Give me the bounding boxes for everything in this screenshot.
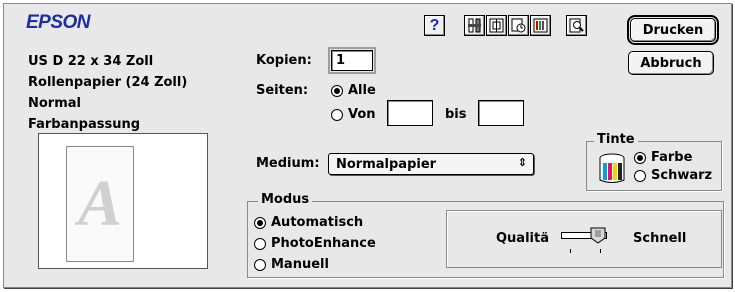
copies-input[interactable]: 1 bbox=[328, 47, 376, 74]
page-setup-icon[interactable] bbox=[508, 15, 529, 36]
pages-all-label: Alle bbox=[348, 83, 376, 98]
summary-color-mode: Farbanpassung bbox=[28, 117, 141, 132]
mode-automatic-label: Automatisch bbox=[271, 215, 364, 230]
media-label: Medium: bbox=[256, 156, 320, 171]
ink-black-label: Schwarz bbox=[651, 168, 713, 183]
ink-color-label: Farbe bbox=[651, 150, 693, 165]
media-select-value: Normalpapier bbox=[336, 156, 437, 172]
mode-photoenhance-radio[interactable] bbox=[254, 238, 266, 250]
epson-logo: EPSON bbox=[26, 12, 91, 33]
mode-group-title: Modus bbox=[258, 192, 313, 207]
slider-tick bbox=[600, 249, 601, 253]
mode-photoenhance-label: PhotoEnhance bbox=[271, 236, 376, 251]
pages-label: Seiten: bbox=[256, 83, 309, 98]
ink-color-radio[interactable] bbox=[634, 152, 646, 164]
help-icon[interactable]: ? bbox=[424, 15, 445, 36]
pages-to-input[interactable] bbox=[478, 100, 524, 126]
tool-icon[interactable] bbox=[464, 15, 485, 36]
summary-paper-size: US D 22 x 34 Zoll bbox=[28, 54, 154, 69]
print-button[interactable]: Drucken bbox=[627, 15, 719, 45]
summary-paper-source: Rollenpapier (24 Zoll) bbox=[28, 75, 188, 90]
mode-manual-label: Manuell bbox=[271, 257, 329, 272]
mode-manual-radio[interactable] bbox=[254, 259, 266, 271]
media-select[interactable]: Normalpapier ⇕ bbox=[328, 153, 534, 175]
pages-to-label: bis bbox=[445, 107, 467, 122]
preview-page: A bbox=[66, 146, 134, 262]
speed-label: Schnell bbox=[633, 231, 687, 246]
pages-from-input[interactable] bbox=[387, 100, 433, 126]
summary-quality: Normal bbox=[28, 96, 81, 111]
select-arrows-icon: ⇕ bbox=[517, 156, 527, 169]
pages-all-radio[interactable] bbox=[331, 85, 343, 97]
color-icon[interactable] bbox=[530, 15, 551, 36]
slider-tick bbox=[570, 249, 571, 253]
quality-label: Qualitä bbox=[496, 231, 549, 246]
ink-group-title: Tinte bbox=[594, 132, 638, 147]
cancel-button[interactable]: Abbruch bbox=[628, 51, 714, 75]
ink-cartridge-icon bbox=[597, 152, 627, 186]
ink-black-radio[interactable] bbox=[634, 170, 646, 182]
help-glyph: ? bbox=[429, 16, 440, 34]
mode-automatic-radio[interactable] bbox=[254, 217, 266, 229]
layout-icon[interactable] bbox=[486, 15, 507, 36]
pages-from-label: Von bbox=[348, 107, 376, 122]
copies-label: Kopien: bbox=[256, 53, 312, 68]
pages-range-radio[interactable] bbox=[331, 109, 343, 121]
preview-letter: A bbox=[77, 167, 123, 240]
preview-icon[interactable] bbox=[566, 15, 587, 36]
slider-thumb[interactable] bbox=[590, 227, 606, 244]
